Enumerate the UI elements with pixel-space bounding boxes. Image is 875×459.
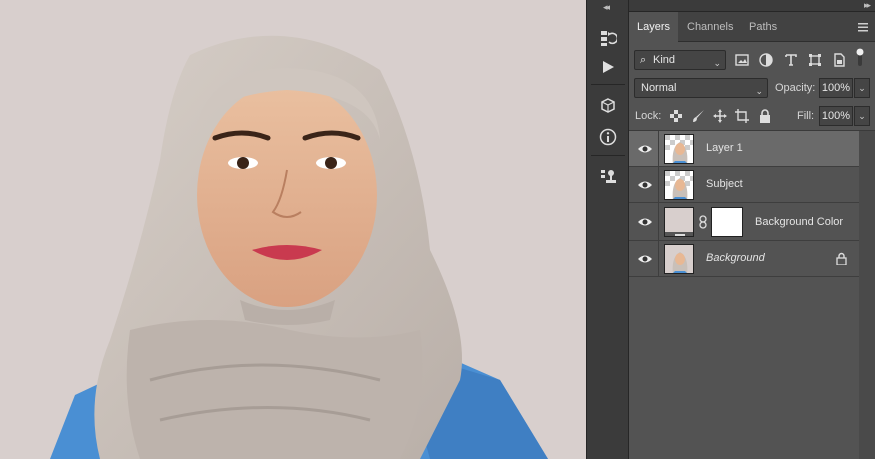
layer-thumbnail [664, 134, 694, 164]
history-icon[interactable] [595, 26, 621, 50]
portrait-photo [0, 0, 586, 459]
3d-cube-icon[interactable] [595, 94, 621, 118]
fill-dropdown-button[interactable]: ⌄ [854, 106, 870, 126]
brush-icon[interactable] [689, 107, 707, 125]
layer-row-subject[interactable]: Subject [629, 167, 859, 203]
panel-menu-icon[interactable] [857, 21, 869, 33]
eye-icon[interactable] [637, 215, 653, 229]
eye-icon[interactable] [637, 178, 653, 192]
info-icon[interactable] [595, 125, 621, 149]
fill-label: Fill: [797, 110, 815, 122]
filter-kind-label: Kind [653, 54, 676, 66]
stamp-icon[interactable] [595, 165, 621, 189]
layer-mask-thumbnail[interactable] [711, 207, 743, 237]
blend-mode-value: Normal [641, 82, 677, 94]
layer-name: Background Color [755, 216, 844, 228]
layer-filter-select[interactable]: ⌕ Kind ⌄ [634, 50, 726, 70]
image-filter-icon[interactable] [733, 51, 751, 69]
filter-toggle-icon[interactable] [855, 48, 865, 66]
opacity-dropdown-button[interactable]: ⌄ [854, 78, 870, 98]
panel-topbar: ▸▸ [629, 0, 875, 12]
eye-icon[interactable] [637, 252, 653, 266]
chevron-down-icon: ⌄ [713, 58, 721, 68]
layer-name: Layer 1 [706, 142, 743, 154]
opacity-input[interactable]: 100% [819, 78, 853, 98]
checkerboard-icon[interactable] [667, 107, 685, 125]
panel-tabs: Layers Channels Paths [629, 12, 875, 43]
type-filter-icon[interactable] [782, 51, 800, 69]
layers-scrollbar[interactable] [859, 131, 875, 459]
tab-layers[interactable]: Layers [629, 12, 679, 43]
adjustment-filter-icon[interactable] [757, 51, 775, 69]
fill-color-thumbnail [664, 207, 694, 237]
smartobject-filter-icon[interactable] [830, 51, 848, 69]
layer-thumbnail [664, 170, 694, 200]
lock-icon[interactable] [756, 107, 774, 125]
layer-thumbnail [664, 244, 694, 274]
tab-paths[interactable]: Paths [741, 12, 785, 42]
chevron-down-icon: ⌄ [755, 86, 763, 96]
collapse-dock-icon[interactable]: ◂◂ [603, 2, 610, 13]
move-icon[interactable] [711, 107, 729, 125]
document-canvas[interactable] [0, 0, 586, 459]
eye-icon[interactable] [637, 142, 653, 156]
layers-panel: ▸▸ Layers Channels Paths ⌕ Kind ⌄ Normal… [629, 0, 875, 459]
shape-filter-icon[interactable] [806, 51, 824, 69]
blend-mode-select[interactable]: Normal ⌄ [634, 78, 768, 98]
layer-name: Subject [706, 178, 743, 190]
layer-name: Background [706, 252, 765, 264]
lock-icon[interactable] [836, 252, 847, 265]
expand-panel-icon[interactable]: ▸▸ [864, 0, 871, 11]
layer-row-layer-1[interactable]: Layer 1 [629, 131, 859, 167]
panel-dock-strip: ◂◂ [586, 0, 629, 459]
layer-row-background-color[interactable]: Background Color [629, 203, 859, 241]
fill-input[interactable]: 100% [819, 106, 853, 126]
layer-row-background[interactable]: Background [629, 241, 859, 277]
opacity-label: Opacity: [775, 82, 816, 94]
lock-label: Lock: [635, 110, 662, 122]
link-icon[interactable] [699, 215, 707, 229]
artboard-icon[interactable] [733, 107, 751, 125]
search-icon: ⌕ [640, 54, 647, 66]
play-icon[interactable] [595, 55, 621, 79]
tab-channels[interactable]: Channels [679, 12, 741, 42]
